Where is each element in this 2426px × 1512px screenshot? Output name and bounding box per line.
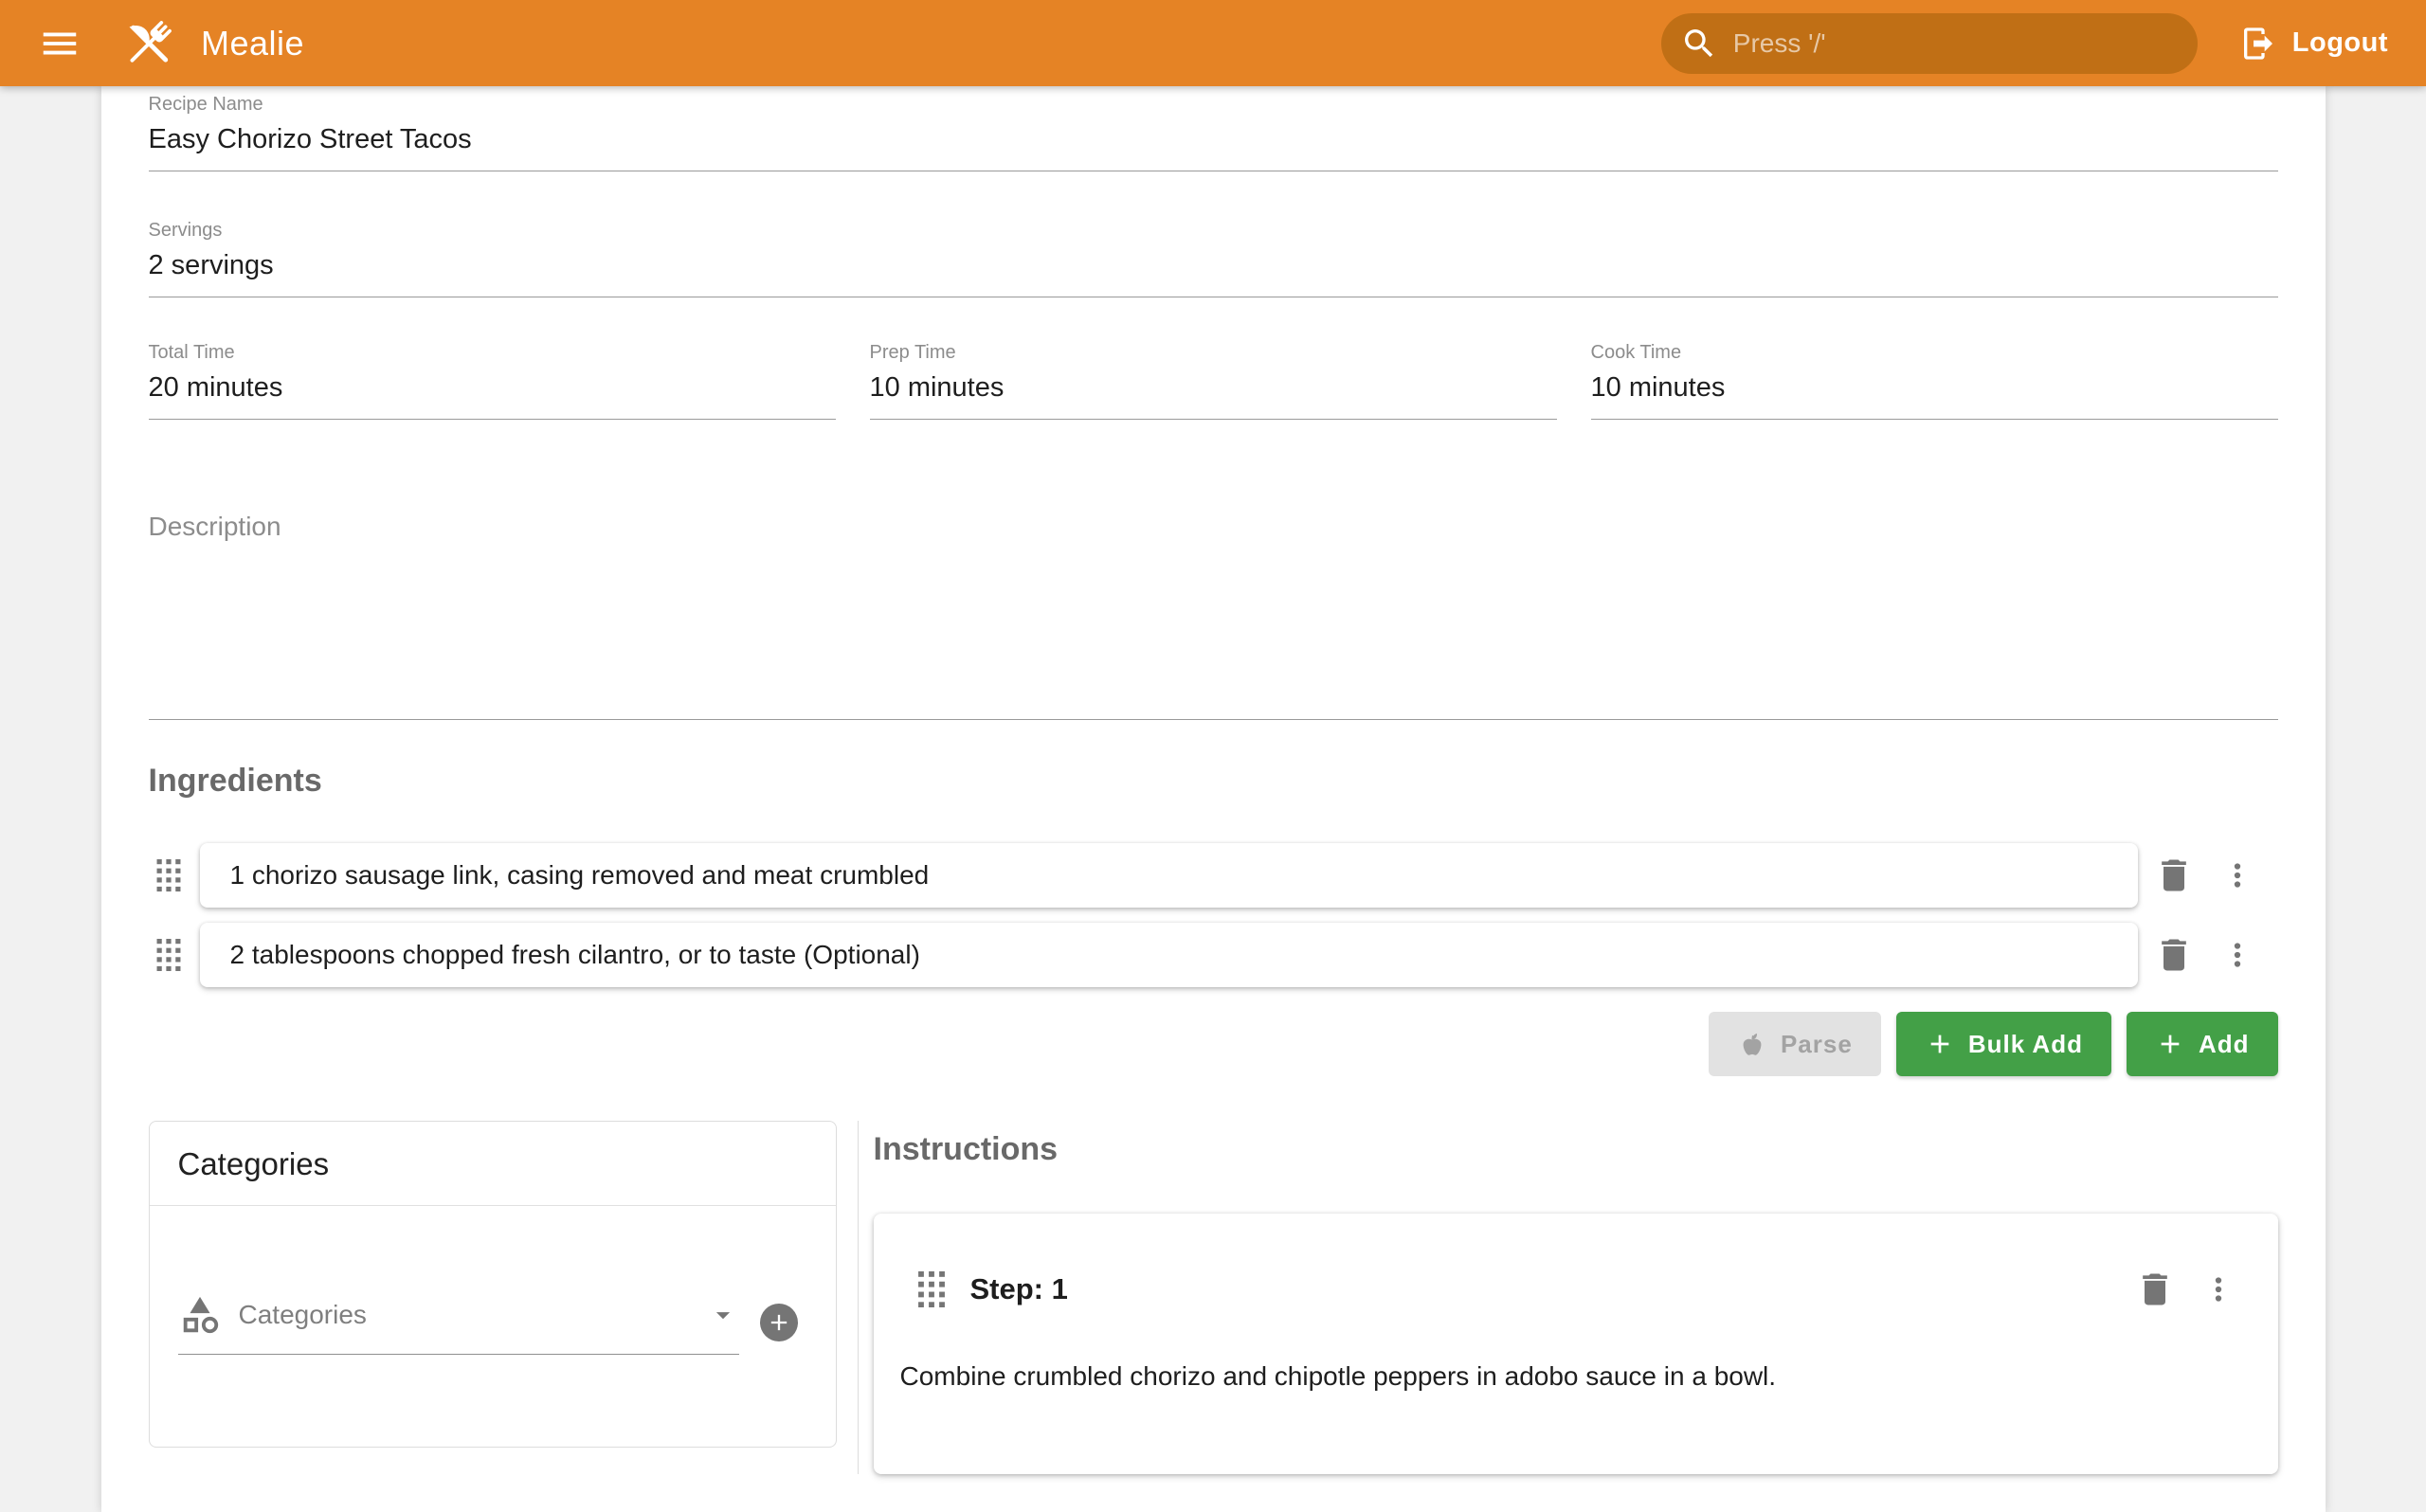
prep-time-field: Prep Time (870, 341, 1557, 420)
delete-ingredient-button[interactable] (2153, 855, 2195, 896)
divider (150, 1205, 836, 1206)
app-header: Mealie Logout (0, 0, 2426, 86)
servings-field: Servings (149, 219, 2278, 297)
categories-card: Categories Categories (149, 1121, 837, 1448)
step-card: Step: 1 Combine crumbled chorizo and chi… (874, 1214, 2278, 1474)
bulk-add-label: Bulk Add (1968, 1030, 2083, 1059)
ingredient-row (149, 843, 2278, 908)
instructions-heading: Instructions (874, 1130, 2278, 1168)
apple-icon (1737, 1029, 1767, 1059)
menu-icon[interactable] (38, 22, 81, 65)
drag-handle-icon[interactable] (156, 939, 181, 971)
prep-time-input[interactable] (870, 364, 1557, 419)
instructions-column: Instructions Step: 1 (874, 1121, 2278, 1474)
total-time-label: Total Time (149, 341, 836, 364)
logout-button[interactable]: Logout (2239, 25, 2388, 63)
mealie-logo-icon (119, 14, 178, 73)
description-field[interactable]: Description (149, 511, 2278, 720)
logout-icon (2239, 25, 2277, 63)
ingredient-input-card (200, 843, 2138, 908)
cook-time-label: Cook Time (1591, 341, 2278, 364)
add-label: Add (2199, 1030, 2250, 1059)
lower-section: Categories Categories (149, 1121, 2278, 1474)
app-title: Mealie (201, 24, 304, 63)
prep-time-label: Prep Time (870, 341, 1557, 364)
total-time-input[interactable] (149, 364, 836, 419)
description-textarea[interactable] (149, 543, 2278, 719)
recipe-edit-card: Recipe Name Servings Total Time Prep Tim… (101, 86, 2326, 1512)
categories-select[interactable]: Categories (178, 1293, 739, 1355)
trash-icon (2134, 1269, 2176, 1310)
step-text-input[interactable]: Combine crumbled chorizo and chipotle pe… (900, 1359, 2250, 1394)
recipe-name-field: Recipe Name (149, 93, 2278, 171)
recipe-name-label: Recipe Name (149, 93, 2278, 116)
delete-step-button[interactable] (2134, 1269, 2176, 1310)
recipe-name-input[interactable] (149, 116, 2278, 171)
shapes-icon (178, 1293, 222, 1337)
description-label: Description (149, 511, 2278, 543)
step-menu-button[interactable] (2200, 1271, 2236, 1307)
chevron-down-icon[interactable] (707, 1299, 739, 1331)
add-category-button[interactable] (760, 1304, 798, 1341)
parse-button[interactable]: Parse (1709, 1012, 1881, 1076)
plus-icon (766, 1309, 792, 1336)
search-icon (1680, 25, 1718, 63)
ingredient-menu-button[interactable] (2219, 937, 2255, 973)
dots-vertical-icon (2219, 857, 2255, 893)
total-time-field: Total Time (149, 341, 836, 420)
trash-icon (2153, 934, 2195, 976)
categories-select-label: Categories (239, 1300, 367, 1330)
ingredient-actions: Parse Bulk Add Add (149, 1012, 2278, 1076)
plus-icon (1925, 1029, 1955, 1059)
trash-icon (2153, 855, 2195, 896)
drag-handle-icon[interactable] (156, 859, 181, 891)
plus-icon (2155, 1029, 2185, 1059)
step-title: Step: 1 (970, 1272, 1068, 1306)
parse-label: Parse (1781, 1030, 1853, 1059)
cook-time-field: Cook Time (1591, 341, 2278, 420)
add-button[interactable]: Add (2127, 1012, 2278, 1076)
ingredients-heading: Ingredients (149, 762, 2278, 800)
drag-handle-icon[interactable] (917, 1271, 946, 1307)
step-header: Step: 1 (900, 1263, 2250, 1316)
search-box[interactable] (1661, 13, 2198, 74)
search-input[interactable] (1731, 27, 2179, 60)
vertical-divider (858, 1121, 859, 1474)
dots-vertical-icon (2219, 937, 2255, 973)
ingredient-input[interactable] (228, 939, 2109, 971)
ingredient-row (149, 923, 2278, 987)
ingredient-input[interactable] (228, 859, 2109, 891)
categories-select-row: Categories (178, 1293, 798, 1355)
servings-label: Servings (149, 219, 2278, 242)
ingredient-input-card (200, 923, 2138, 987)
ingredient-menu-button[interactable] (2219, 857, 2255, 893)
time-row: Total Time Prep Time Cook Time (149, 341, 2278, 420)
servings-input[interactable] (149, 242, 2278, 297)
bulk-add-button[interactable]: Bulk Add (1896, 1012, 2111, 1076)
categories-card-title: Categories (150, 1122, 836, 1205)
dots-vertical-icon (2200, 1271, 2236, 1307)
delete-ingredient-button[interactable] (2153, 934, 2195, 976)
cook-time-input[interactable] (1591, 364, 2278, 419)
logout-label: Logout (2292, 27, 2388, 59)
